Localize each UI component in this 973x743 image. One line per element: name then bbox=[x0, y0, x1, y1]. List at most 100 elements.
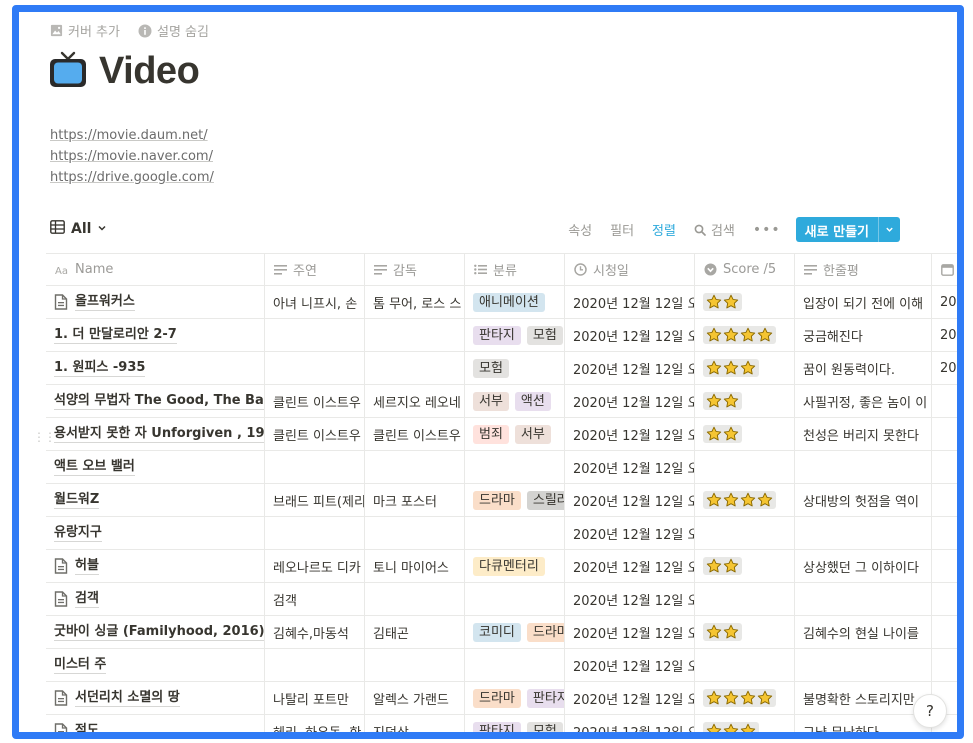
cell-category[interactable]: 드라마판타지 bbox=[465, 682, 565, 714]
cell-review[interactable]: 불명확한 스토리지만 bbox=[795, 682, 932, 714]
cell-category[interactable]: 다큐멘터리 bbox=[465, 550, 565, 582]
view-selector[interactable]: All bbox=[50, 220, 107, 238]
cell-extra-date[interactable]: 2020 bbox=[932, 352, 957, 384]
properties-button[interactable]: 속성 bbox=[559, 220, 601, 239]
cell-watch-date[interactable]: 2020년 12월 12일 오 bbox=[565, 286, 695, 318]
link-daum-movie[interactable]: https://movie.daum.net/ bbox=[50, 125, 214, 146]
cell-director[interactable]: 김태곤 bbox=[365, 616, 465, 648]
new-button[interactable]: 새로 만들기 bbox=[796, 217, 878, 242]
cell-cast[interactable]: 김혜수,마동석 bbox=[265, 616, 365, 648]
cell-score[interactable] bbox=[695, 286, 795, 318]
table-row[interactable]: 1. 더 만달로리안 2-7 판타지 모험 2020년 12월 12일 오 궁금해진다 2… bbox=[46, 319, 957, 352]
cell-director[interactable]: 알렉스 가랜드 bbox=[365, 682, 465, 714]
cell-watch-date[interactable]: 2020년 12월 12일 오 bbox=[565, 484, 695, 516]
cell-score[interactable] bbox=[695, 550, 795, 582]
cell-review[interactable] bbox=[795, 451, 932, 483]
cell-category[interactable]: 애니메이션 bbox=[465, 286, 565, 318]
cell-category[interactable]: 모험 bbox=[465, 352, 565, 384]
cell-score[interactable] bbox=[695, 319, 795, 351]
cell-score[interactable] bbox=[695, 418, 795, 450]
cell-review[interactable] bbox=[795, 517, 932, 549]
cell-director[interactable] bbox=[365, 352, 465, 384]
column-header-category[interactable]: 분류 bbox=[465, 254, 565, 285]
table-row[interactable]: 유랑지구 2020년 12월 12일 오 bbox=[46, 517, 957, 550]
cell-category[interactable]: 판타지 모험 bbox=[465, 715, 565, 732]
column-header-review[interactable]: 한줄평 bbox=[795, 254, 932, 285]
cell-watch-date[interactable]: 2020년 12월 12일 오 bbox=[565, 682, 695, 714]
cell-score[interactable] bbox=[695, 385, 795, 417]
cell-category[interactable] bbox=[465, 517, 565, 549]
hide-description-button[interactable]: 설명 숨김 bbox=[138, 21, 209, 40]
cell-director[interactable]: 클린트 이스트우 bbox=[365, 418, 465, 450]
cell-cast[interactable] bbox=[265, 352, 365, 384]
page-title[interactable]: Video bbox=[99, 50, 200, 93]
cell-watch-date[interactable]: 2020년 12월 12일 오 bbox=[565, 517, 695, 549]
cell-category[interactable]: 서부 액션 bbox=[465, 385, 565, 417]
filter-button[interactable]: 필터 bbox=[601, 220, 643, 239]
table-row[interactable]: 1. 원피스 -935 모험 2020년 12월 12일 오 꿈이 원동력이다. 202… bbox=[46, 352, 957, 385]
link-google-drive[interactable]: https://drive.google.com/ bbox=[50, 167, 214, 188]
cell-review[interactable]: 그냥 무난하다. bbox=[795, 715, 932, 732]
table-row[interactable]: 서던리치 소멸의 땅 나탈리 포트만 알렉스 가랜드 드라마판타지 2020년 12월 … bbox=[46, 682, 957, 715]
cell-extra-date[interactable] bbox=[932, 583, 957, 615]
cell-director[interactable] bbox=[365, 319, 465, 351]
cell-name[interactable]: 허블 bbox=[46, 550, 265, 582]
more-options-icon[interactable]: ••• bbox=[744, 222, 790, 238]
cell-category[interactable] bbox=[465, 649, 565, 681]
cell-category[interactable]: 드라마스릴러 bbox=[465, 484, 565, 516]
cell-category[interactable] bbox=[465, 583, 565, 615]
cell-cast[interactable] bbox=[265, 451, 365, 483]
link-naver-movie[interactable]: https://movie.naver.com/ bbox=[50, 146, 214, 167]
table-row[interactable]: 굿바이 싱글 (Familyhood, 2016) 김혜수,마동석 김태곤 코미디 드라… bbox=[46, 616, 957, 649]
add-cover-button[interactable]: 커버 추가 bbox=[49, 21, 120, 40]
cell-director[interactable] bbox=[365, 517, 465, 549]
table-row[interactable]: 올프워커스 아녀 니프시, 손 톰 무어, 로스 스 애니메이션 2020년 12월 1… bbox=[46, 286, 957, 319]
column-header-score[interactable]: Score /5 bbox=[695, 254, 795, 285]
cell-watch-date[interactable]: 2020년 12월 12일 오 bbox=[565, 418, 695, 450]
cell-director[interactable]: 세르지오 레오네 bbox=[365, 385, 465, 417]
cell-name[interactable]: 액트 오브 밸러 bbox=[46, 451, 265, 483]
new-button-dropdown[interactable] bbox=[878, 217, 900, 242]
cell-score[interactable] bbox=[695, 682, 795, 714]
cell-director[interactable]: 마크 포스터 bbox=[365, 484, 465, 516]
cell-name[interactable]: 올프워커스 bbox=[46, 286, 265, 318]
cell-watch-date[interactable]: 2020년 12월 12일 오 bbox=[565, 550, 695, 582]
cell-extra-date[interactable] bbox=[932, 616, 957, 648]
cell-extra-date[interactable] bbox=[932, 484, 957, 516]
cell-score[interactable] bbox=[695, 616, 795, 648]
cell-watch-date[interactable]: 2020년 12월 12일 오 bbox=[565, 583, 695, 615]
table-row[interactable]: 적도 헤리, 하유동, 한 지덕상 판타지 모험 2020년 12월 12일 오 그냥 무난… bbox=[46, 715, 957, 732]
cell-extra-date[interactable]: 2020 bbox=[932, 286, 957, 318]
cell-name[interactable]: 석양의 무법자 The Good, The Bad bbox=[46, 385, 265, 417]
cell-extra-date[interactable] bbox=[932, 418, 957, 450]
cell-extra-date[interactable]: 2020 bbox=[932, 319, 957, 351]
column-header-date[interactable]: 시청일 bbox=[565, 254, 695, 285]
cell-director[interactable]: 지덕상 bbox=[365, 715, 465, 732]
cell-name[interactable]: 서던리치 소멸의 땅 bbox=[46, 682, 265, 714]
table-row[interactable]: 석양의 무법자 The Good, The Bad 클린트 이스트우 세르지오 레오… bbox=[46, 385, 957, 418]
cell-watch-date[interactable]: 2020년 12월 12일 오 bbox=[565, 715, 695, 732]
cell-name[interactable]: 용서받지 못한 자 Unforgiven , 1992 bbox=[46, 418, 265, 450]
cell-name[interactable]: 굿바이 싱글 (Familyhood, 2016) bbox=[46, 616, 265, 648]
cell-director[interactable] bbox=[365, 451, 465, 483]
cell-extra-date[interactable] bbox=[932, 550, 957, 582]
cell-review[interactable] bbox=[795, 583, 932, 615]
cell-category[interactable] bbox=[465, 451, 565, 483]
column-header-director[interactable]: 감독 bbox=[365, 254, 465, 285]
cell-score[interactable] bbox=[695, 484, 795, 516]
cell-director[interactable] bbox=[365, 583, 465, 615]
cell-review[interactable]: 사필귀정, 좋은 놈이 이 bbox=[795, 385, 932, 417]
cell-review[interactable]: 천성은 버리지 못한다 bbox=[795, 418, 932, 450]
cell-score[interactable] bbox=[695, 517, 795, 549]
cell-category[interactable]: 범죄 서부 bbox=[465, 418, 565, 450]
cell-cast[interactable]: 헤리, 하유동, 한 bbox=[265, 715, 365, 732]
cell-name[interactable]: 월드워Z bbox=[46, 484, 265, 516]
cell-review[interactable]: 궁금해진다 bbox=[795, 319, 932, 351]
cell-score[interactable] bbox=[695, 649, 795, 681]
column-header-name[interactable]: Aa Name bbox=[46, 254, 265, 285]
sort-button[interactable]: 정렬 bbox=[643, 220, 685, 239]
cell-category[interactable]: 판타지 모험 bbox=[465, 319, 565, 351]
table-row[interactable]: 월드워Z 브래드 피트(제리 마크 포스터 드라마스릴러 2020년 12월 12일 오… bbox=[46, 484, 957, 517]
cell-extra-date[interactable] bbox=[932, 517, 957, 549]
cell-name[interactable]: 미스터 주 bbox=[46, 649, 265, 681]
